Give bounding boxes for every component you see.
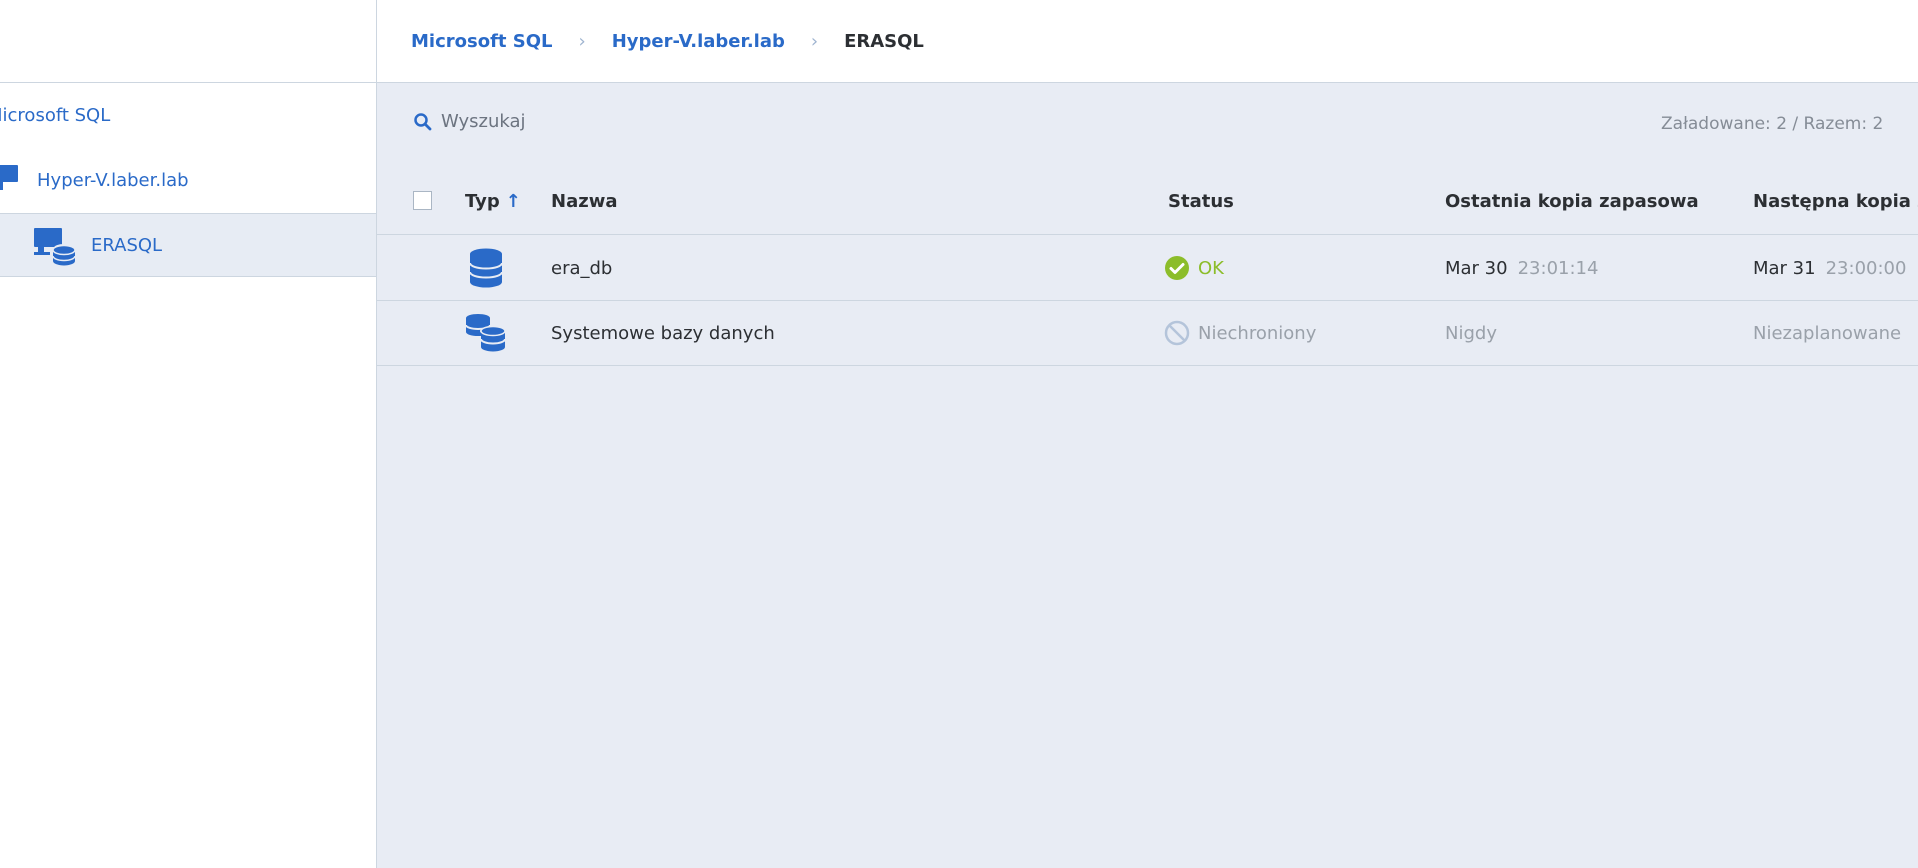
breadcrumb-separator: › bbox=[810, 30, 819, 52]
tree-item-microsoft-sql[interactable]: Microsoft SQL bbox=[0, 83, 376, 147]
sort-ascending-icon: ↑ bbox=[505, 190, 521, 212]
row-status: Niechroniony bbox=[1164, 301, 1316, 365]
column-header-last-backup[interactable]: Ostatnia kopia zapasowa bbox=[1445, 167, 1699, 235]
tree-item-label: Hyper-V.laber.lab bbox=[37, 169, 189, 191]
next-backup-time: 23:00:00 bbox=[1825, 257, 1907, 279]
select-all-checkbox[interactable] bbox=[413, 191, 432, 210]
status-label: OK bbox=[1198, 257, 1224, 279]
check-circle-icon bbox=[1164, 255, 1190, 281]
status-label: Niechroniony bbox=[1198, 322, 1317, 344]
tree-item-hyper-v-host[interactable]: Hyper-V.laber.lab bbox=[0, 148, 376, 212]
row-next-backup: Mar 31 23:00:00 bbox=[1753, 236, 1906, 300]
tree-item-label: ERASQL bbox=[91, 234, 163, 256]
row-name: era_db bbox=[551, 257, 613, 279]
tree-item-label: Microsoft SQL bbox=[0, 104, 111, 126]
breadcrumb-microsoft-sql[interactable]: Microsoft SQL bbox=[411, 31, 553, 52]
breadcrumb-current: ERASQL bbox=[844, 30, 924, 52]
monitor-icon bbox=[0, 165, 20, 198]
last-backup-date: Mar 30 bbox=[1445, 257, 1508, 279]
row-last-backup: Nigdy bbox=[1445, 322, 1497, 344]
table-row[interactable]: era_db OK Mar 30 23:01:14 Mar 31 23:00:0… bbox=[377, 236, 1918, 301]
column-header-next-backup[interactable]: Następna kopia za bbox=[1753, 167, 1918, 235]
next-backup-date: Mar 31 bbox=[1753, 257, 1816, 279]
column-header-name[interactable]: Nazwa bbox=[551, 167, 617, 235]
column-header-status[interactable]: Status bbox=[1168, 167, 1234, 235]
row-name: Systemowe bazy danych bbox=[551, 322, 775, 344]
main-panel: Wyszukaj Załadowane: 2 / Razem: 2 Typ ↑ … bbox=[377, 83, 1918, 868]
sidebar-header bbox=[0, 0, 376, 83]
sidebar-tree: Microsoft SQL Hyper-V.laber.lab ERASQL bbox=[0, 0, 377, 868]
prohibited-icon bbox=[1164, 320, 1190, 346]
search-placeholder: Wyszukaj bbox=[441, 111, 526, 132]
row-status: OK bbox=[1164, 236, 1224, 300]
search-icon bbox=[413, 112, 441, 132]
databases-icon bbox=[465, 301, 507, 365]
row-last-backup: Mar 30 23:01:14 bbox=[1445, 236, 1598, 300]
toolbar: Wyszukaj Załadowane: 2 / Razem: 2 bbox=[377, 83, 1918, 143]
breadcrumb-hyper-v[interactable]: Hyper-V.laber.lab bbox=[612, 31, 785, 52]
tree-item-erasql[interactable]: ERASQL bbox=[0, 213, 376, 277]
column-header-type[interactable]: Typ ↑ bbox=[465, 167, 521, 235]
breadcrumb: Microsoft SQL › Hyper-V.laber.lab › ERAS… bbox=[377, 0, 1918, 83]
sql-server-icon bbox=[34, 228, 78, 271]
table-header: Typ ↑ Nazwa Status Ostatnia kopia zapaso… bbox=[377, 167, 1918, 235]
column-label: Typ bbox=[465, 190, 500, 212]
breadcrumb-separator: › bbox=[578, 30, 586, 52]
search-input[interactable]: Wyszukaj bbox=[413, 111, 526, 132]
last-backup-time: 23:01:14 bbox=[1517, 257, 1599, 279]
loaded-count: Załadowane: 2 / Razem: 2 bbox=[1661, 114, 1884, 134]
database-icon bbox=[469, 236, 503, 300]
row-next-backup: Niezaplanowane bbox=[1753, 322, 1902, 344]
table-row[interactable]: Systemowe bazy danych Niechroniony Nigdy… bbox=[377, 301, 1918, 366]
